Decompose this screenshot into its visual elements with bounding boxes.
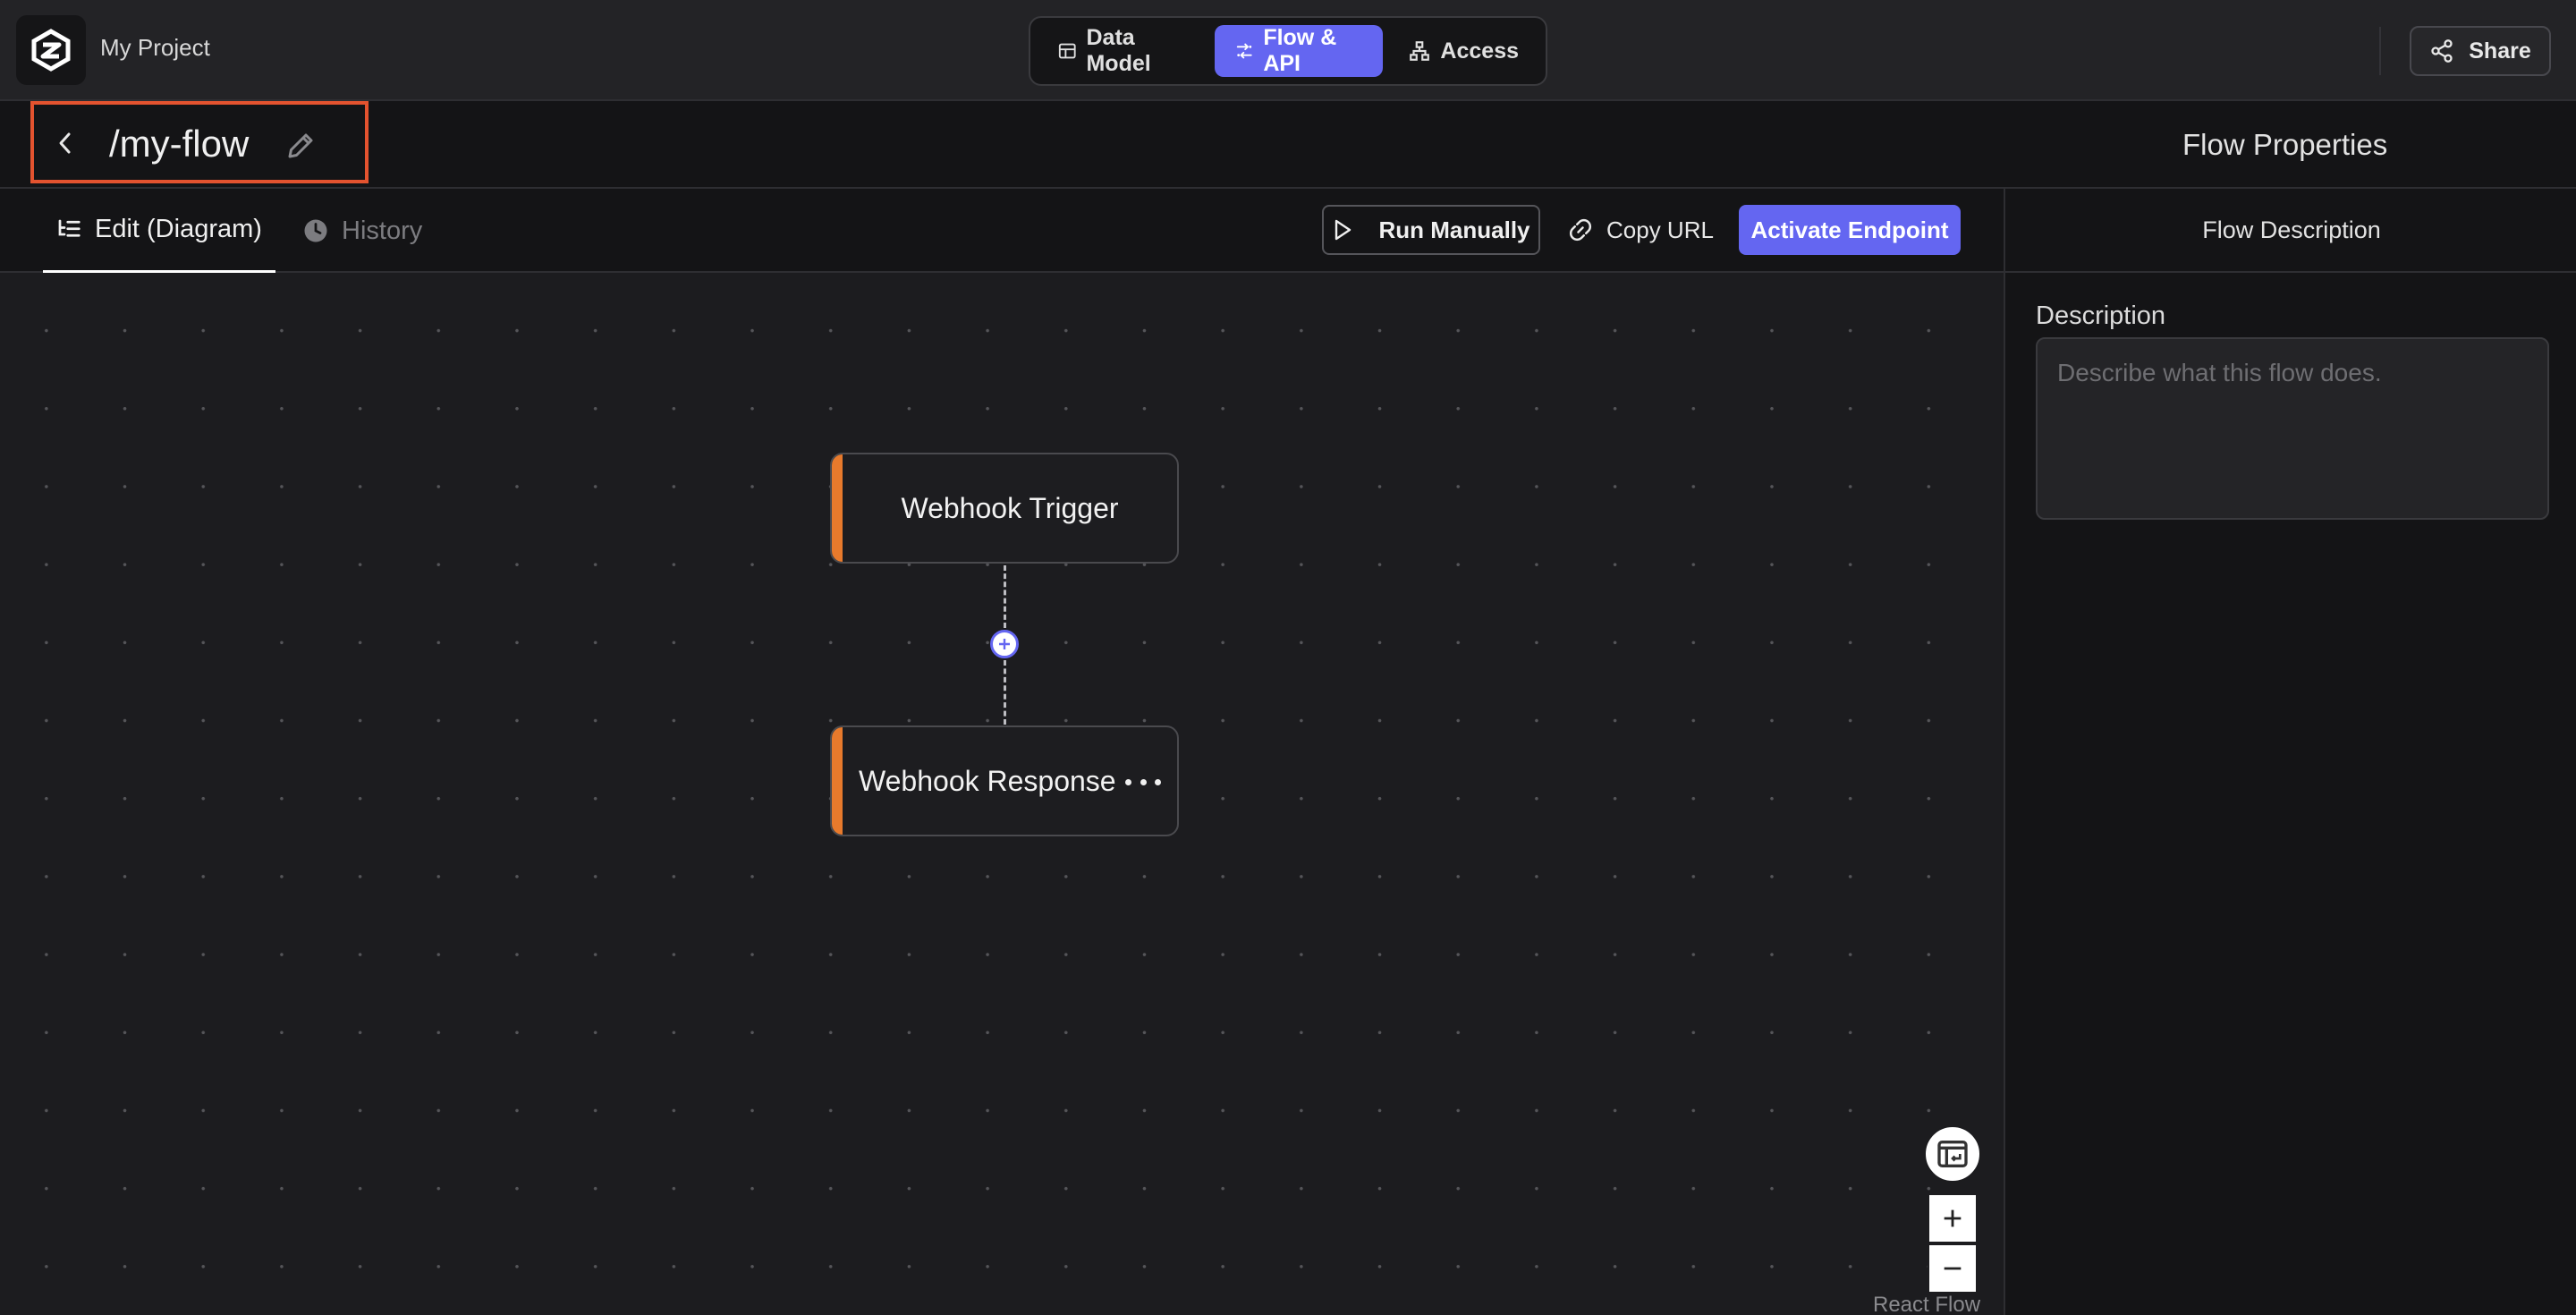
flow-description-label: Flow Description [2202, 216, 2381, 243]
minus-icon [1944, 1267, 1962, 1270]
play-icon [1335, 219, 1352, 241]
back-button[interactable] [50, 128, 80, 158]
flow-properties-panel: Flow Description Description [2004, 189, 2576, 1315]
clock-icon [304, 219, 327, 242]
pencil-icon[interactable] [284, 130, 317, 162]
flow-properties-title: Flow Properties [2182, 128, 2388, 161]
tab-edit-label: Edit (Diagram) [95, 215, 262, 243]
logo-icon [31, 29, 71, 72]
mode-access-label: Access [1440, 38, 1519, 64]
mode-access[interactable]: Access [1388, 25, 1538, 77]
mode-flow-api-label: Flow & API [1263, 25, 1337, 76]
add-node-button[interactable] [990, 630, 1019, 658]
share-icon [2431, 39, 2453, 63]
top-bar: My Project Data Model Flow & API Access … [0, 0, 2576, 101]
mode-switcher: Data Model Flow & API Access [1029, 16, 1547, 86]
run-manually-label: Run Manually [1378, 216, 1530, 243]
mode-flow-api[interactable]: Flow & API [1214, 25, 1384, 77]
node-label: Webhook Response [859, 764, 1116, 797]
flow-title: /my-flow [109, 123, 250, 165]
editor-tab-row: Edit (Diagram) History Run Manually Copy… [0, 189, 2004, 273]
mode-data-model[interactable]: Data Model [1038, 25, 1209, 77]
edge-connector-top [1004, 565, 1006, 628]
tab-history[interactable]: History [302, 189, 422, 273]
run-manually-button[interactable]: Run Manually [1322, 205, 1540, 255]
tab-history-label: History [342, 216, 423, 245]
layout-icon [1937, 1141, 1968, 1167]
zoom-out-button[interactable] [1928, 1243, 1978, 1294]
topbar-divider [2379, 27, 2381, 75]
list-tree-icon [58, 219, 80, 237]
flow-canvas[interactable]: Webhook Trigger Webhook Response React F… [0, 273, 2004, 1315]
edge-connector-bottom [1004, 660, 1006, 725]
activate-endpoint-label: Activate Endpoint [1750, 216, 1949, 243]
sitemap-icon [1410, 41, 1430, 61]
description-label: Description [2036, 301, 2166, 330]
mode-data-model-label: Data Model [1086, 25, 1151, 76]
app-logo[interactable] [16, 15, 86, 85]
table-icon [1058, 43, 1076, 59]
copy-url-button[interactable]: Copy URL [1567, 205, 1723, 255]
flow-title-highlight: /my-flow [30, 101, 369, 183]
plus-icon [1944, 1209, 1962, 1227]
webhook-trigger-node[interactable]: Webhook Trigger [830, 453, 1179, 564]
plus-icon [999, 639, 1010, 649]
copy-url-label: Copy URL [1606, 216, 1714, 243]
node-label: Webhook Trigger [901, 491, 1119, 524]
share-label: Share [2469, 38, 2531, 64]
zoom-in-button[interactable] [1928, 1193, 1978, 1243]
description-input[interactable] [2036, 337, 2549, 520]
link-icon [1569, 218, 1592, 242]
flow-icon [1236, 43, 1252, 59]
activate-endpoint-button[interactable]: Activate Endpoint [1739, 205, 1961, 255]
chevron-left-icon [59, 132, 71, 154]
minimap-toggle-button[interactable] [1924, 1125, 1981, 1183]
title-row: /my-flow Flow Properties [0, 101, 2576, 189]
tab-edit-diagram[interactable]: Edit (Diagram) [43, 189, 275, 273]
tab-flow-description[interactable]: Flow Description [2005, 189, 2576, 273]
more-options-icon[interactable] [1125, 768, 1161, 795]
webhook-response-node[interactable]: Webhook Response [830, 725, 1179, 836]
project-name[interactable]: My Project [100, 34, 210, 62]
react-flow-attribution[interactable]: React Flow [1873, 1293, 1980, 1315]
share-button[interactable]: Share [2410, 26, 2551, 76]
